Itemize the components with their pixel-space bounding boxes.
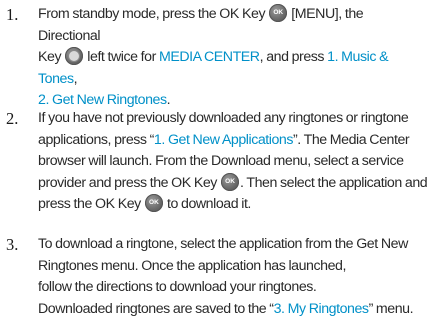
ok-key-icon: OK [221,172,240,191]
step-text-segment: Downloaded ringtones are saved to the “ [38,300,274,317]
step-text-segment: , and press [259,49,325,65]
step-text-segment: to download it. [166,196,251,212]
step-text-segment: ” menu. [368,300,414,317]
step-text-segment: To download a ringtone, select the appli… [38,236,408,274]
step-text: From standby mode, press the OK Key OK [… [38,4,428,112]
directional-key-icon [65,47,84,65]
menu-name-get-new-applications: 1. Get New Applications [153,131,294,148]
step-2: 2. If you have not previously downloaded… [6,108,428,216]
step-text-segment: follow the directions to download your r… [38,279,317,295]
step-number: 2. [6,109,19,128]
menu-name-get-new-ringtones: 2. Get New Ringtones [38,92,167,108]
menu-name-media-center: MEDIA CENTER [158,49,260,65]
menu-name-my-ringtones: 3. My Ringtones [273,300,369,317]
step-text: If you have not previously downloaded an… [38,108,428,216]
step-text-segment: From standby mode, press the OK Key [38,6,266,22]
step-number: 1. [6,5,19,24]
step-text: To download a ringtone, select the appli… [38,234,428,320]
ok-key-icon: OK [144,194,163,212]
step-text-segment: left twice for [87,49,156,65]
step-text-segment: Key [38,49,62,65]
step-number: 3. [6,235,19,254]
ok-key-icon: OK [269,4,288,22]
step-text-segment: , [73,70,78,87]
step-3: 3. To download a ringtone, select the ap… [6,234,428,320]
step-1: 1. From standby mode, press the OK Key O… [6,4,428,112]
instructions-page: 1. From standby mode, press the OK Key O… [0,0,430,322]
step-text-segment: . [166,92,171,108]
